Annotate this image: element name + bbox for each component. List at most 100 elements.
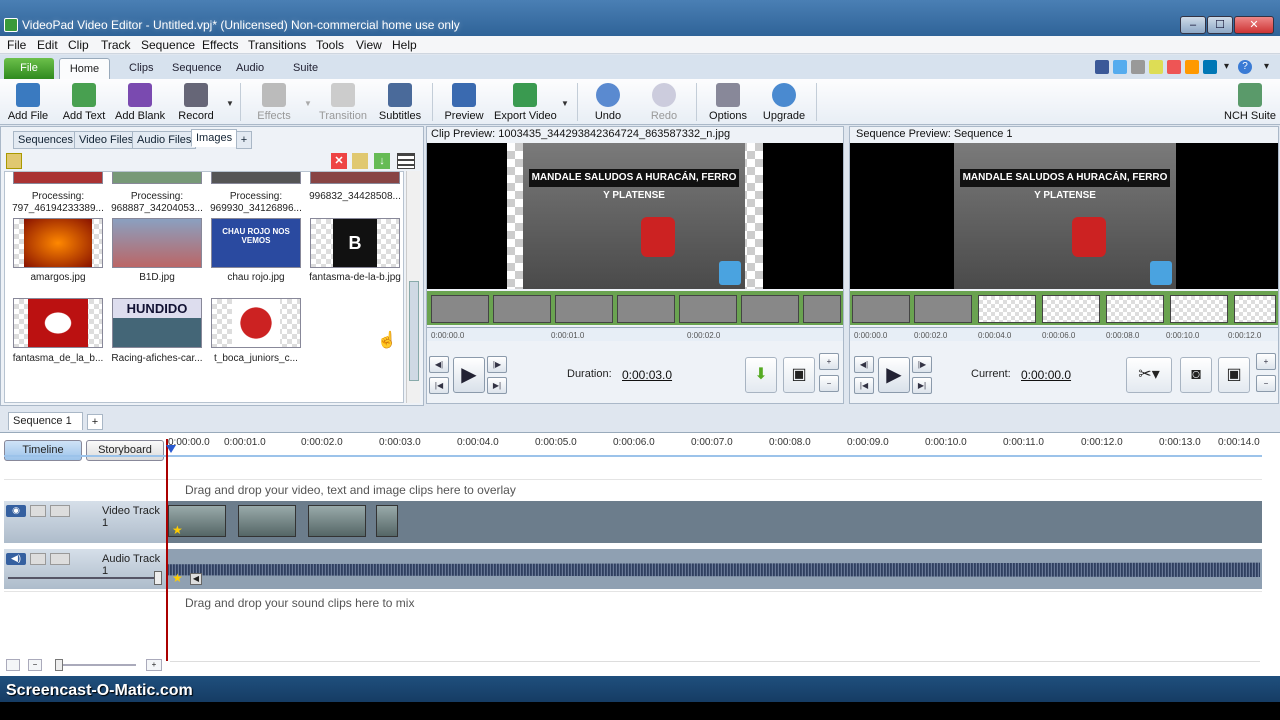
add-bin-tab[interactable]: + xyxy=(236,131,252,149)
redo-button[interactable]: Redo xyxy=(646,79,682,125)
star-icon[interactable]: ★ xyxy=(172,523,183,537)
media-thumbnail[interactable] xyxy=(112,172,202,184)
step-forward-button[interactable]: |▶ xyxy=(912,356,932,373)
zoom-out-button[interactable]: − xyxy=(819,375,839,392)
tab-suite[interactable]: Suite xyxy=(293,62,318,74)
add-file-button[interactable]: Add File xyxy=(4,79,52,125)
menu-sequence[interactable]: Sequence xyxy=(141,38,195,52)
media-thumbnail[interactable] xyxy=(13,298,103,348)
twitter-icon[interactable] xyxy=(1113,60,1127,74)
zoom-out-icon[interactable]: − xyxy=(28,659,42,671)
linkedin-icon[interactable] xyxy=(1203,60,1217,74)
sequence-ruler[interactable]: 0:00:00.0 0:00:02.0 0:00:04.0 0:00:06.0 … xyxy=(850,327,1278,341)
media-thumbnail[interactable]: HUNDIDO xyxy=(112,298,202,348)
help-icon[interactable]: ? xyxy=(1238,60,1252,74)
menu-help[interactable]: Help xyxy=(392,38,417,52)
folder-up-icon[interactable] xyxy=(6,153,22,169)
snapshot-button[interactable]: ◙ xyxy=(1180,357,1212,393)
media-thumbnail[interactable]: B xyxy=(310,218,400,268)
nch-suite-button[interactable]: NCH Suite xyxy=(1224,79,1276,125)
media-thumbnail[interactable] xyxy=(211,298,301,348)
media-thumbnail[interactable] xyxy=(310,172,400,184)
menu-transitions[interactable]: Transitions xyxy=(248,38,306,52)
volume-slider-track[interactable] xyxy=(8,577,158,579)
close-button[interactable]: ✕ xyxy=(1234,16,1274,34)
media-thumbnail[interactable] xyxy=(112,218,202,268)
volume-slider-thumb[interactable] xyxy=(154,571,162,585)
menu-tools[interactable]: Tools xyxy=(316,38,344,52)
upgrade-button[interactable]: Upgrade xyxy=(762,79,806,125)
insert-clip-button[interactable]: ▣ xyxy=(783,357,815,393)
playhead[interactable] xyxy=(166,439,168,661)
tab-video-files[interactable]: Video Files xyxy=(74,131,139,149)
step-forward-button[interactable]: |▶ xyxy=(487,356,507,373)
menu-clip[interactable]: Clip xyxy=(68,38,89,52)
options-button[interactable]: Options xyxy=(708,79,748,125)
audio-drop-zone[interactable]: Drag and drop your sound clips here to m… xyxy=(4,591,1262,613)
duration-value[interactable]: 0:00:03.0 xyxy=(622,368,672,382)
zoom-in-icon[interactable]: + xyxy=(146,659,162,671)
playhead-marker-icon[interactable] xyxy=(166,445,176,453)
go-end-button[interactable]: ▶| xyxy=(912,377,932,394)
zoom-slider[interactable] xyxy=(56,664,136,666)
maximize-button[interactable]: ☐ xyxy=(1207,16,1233,34)
tab-sequence-1[interactable]: Sequence 1 ✕ xyxy=(8,412,83,442)
current-value[interactable]: 0:00:00.0 xyxy=(1021,368,1071,382)
zoom-in-button[interactable]: + xyxy=(1256,353,1276,370)
speaker-icon[interactable]: ◀) xyxy=(6,553,26,565)
menu-file[interactable]: File xyxy=(7,38,26,52)
effects-dropdown-icon[interactable]: ▼ xyxy=(304,99,312,108)
move-down-icon[interactable]: ↓ xyxy=(374,153,390,169)
grid-icon[interactable] xyxy=(1149,60,1163,74)
go-start-button[interactable]: |◀ xyxy=(429,377,449,394)
list-view-icon[interactable] xyxy=(397,153,415,169)
add-to-sequence-button[interactable]: ⬇ xyxy=(745,357,777,393)
tab-audio-files[interactable]: Audio Files xyxy=(132,131,197,149)
tab-home[interactable]: Home xyxy=(59,58,110,80)
export-video-button[interactable]: Export Video xyxy=(494,79,557,125)
media-thumbnail[interactable] xyxy=(13,172,103,184)
clip-filmstrip[interactable] xyxy=(427,291,843,325)
insert-clip-button[interactable]: ▣ xyxy=(1218,357,1250,393)
audio-waveform[interactable] xyxy=(168,562,1260,577)
timeline-view-button[interactable]: Timeline xyxy=(4,440,82,461)
media-thumbnail[interactable] xyxy=(13,218,103,268)
preview-button[interactable]: Preview xyxy=(444,79,484,125)
tab-images[interactable]: Images xyxy=(191,129,238,147)
menu-view[interactable]: View xyxy=(356,38,382,52)
delete-icon[interactable]: ✕ xyxy=(331,153,347,169)
zoom-fit-icon[interactable] xyxy=(6,659,20,671)
overlay-drop-zone[interactable]: Drag and drop your video, text and image… xyxy=(4,479,1262,499)
timeline-clip[interactable] xyxy=(376,505,398,537)
share-icon[interactable] xyxy=(1131,60,1145,74)
scrollbar-thumb[interactable] xyxy=(409,281,419,381)
tab-clips[interactable]: Clips xyxy=(129,62,153,74)
audio-track[interactable]: ◀) Audio Track 1 ★ ◀ xyxy=(4,549,1262,589)
menu-edit[interactable]: Edit xyxy=(37,38,58,52)
step-back-button[interactable]: ◀| xyxy=(429,356,449,373)
media-thumbnail[interactable]: CHAU ROJO NOS VEMOS xyxy=(211,218,301,268)
sequence-filmstrip[interactable] xyxy=(850,291,1278,325)
undo-button[interactable]: Undo xyxy=(590,79,626,125)
video-track[interactable]: ◉ Video Track 1 ★ xyxy=(4,501,1262,543)
storyboard-view-button[interactable]: Storyboard xyxy=(86,440,164,461)
add-sequence-button[interactable]: + xyxy=(87,414,103,430)
transition-button[interactable]: Transition xyxy=(318,79,368,125)
timeline-ruler[interactable]: 0:00:00.0 0:00:01.0 0:00:02.0 0:00:03.0 … xyxy=(168,437,1268,451)
tab-sequences[interactable]: Sequences xyxy=(13,131,79,149)
go-end-button[interactable]: ▶| xyxy=(487,377,507,394)
record-dropdown-icon[interactable]: ▼ xyxy=(226,99,234,108)
visibility-eye-icon[interactable]: ◉ xyxy=(6,505,26,517)
new-folder-icon[interactable] xyxy=(352,153,368,169)
help-dropdown-icon[interactable]: ▾ xyxy=(1264,61,1269,72)
facebook-icon[interactable] xyxy=(1095,60,1109,74)
lock-icon[interactable] xyxy=(30,553,46,565)
tab-file[interactable]: File xyxy=(4,58,54,79)
add-text-button[interactable]: Add Text xyxy=(60,79,108,125)
media-thumbnail[interactable] xyxy=(211,172,301,184)
timeline-scrollbar[interactable] xyxy=(170,661,1260,673)
tab-audio[interactable]: Audio xyxy=(236,62,264,74)
play-button[interactable]: ▶ xyxy=(453,357,485,393)
star-icon[interactable]: ★ xyxy=(172,571,183,585)
track-option-icon[interactable] xyxy=(50,553,70,565)
